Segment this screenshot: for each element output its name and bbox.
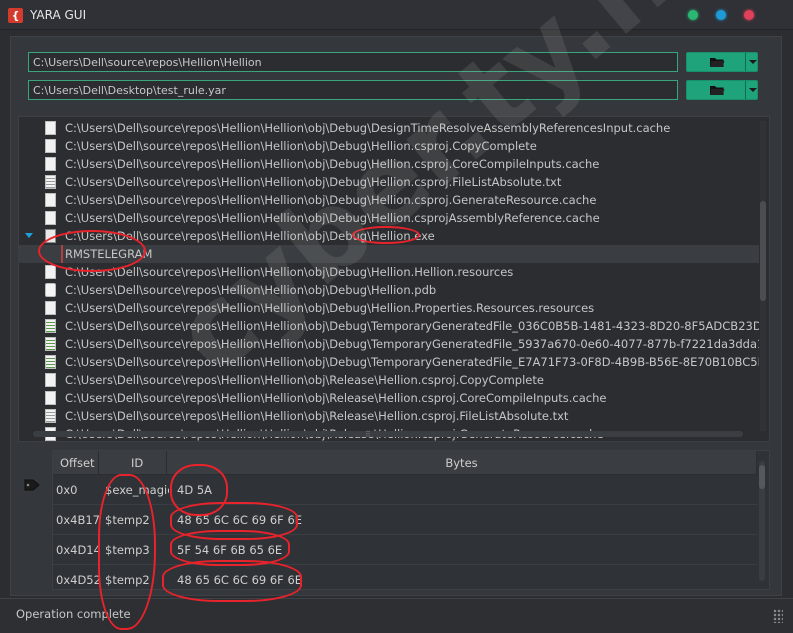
tree-file-item[interactable]: C:\Users\Dell\source\repos\Hellion\Helli… <box>19 317 759 335</box>
file-icon <box>45 139 56 153</box>
scrollbar-thumb[interactable] <box>760 201 766 301</box>
button-separator <box>745 53 746 71</box>
button-separator <box>745 81 746 99</box>
browse-target-button[interactable] <box>686 52 758 72</box>
tree-vertical-scrollbar[interactable] <box>760 121 766 431</box>
folder-open-icon <box>710 58 725 67</box>
file-path-label: C:\Users\Dell\source\repos\Hellion\Helli… <box>65 265 514 279</box>
tree-horizontal-scrollbar[interactable]: ⠿ <box>33 430 743 439</box>
file-icon <box>45 211 56 225</box>
file-icon <box>45 121 56 135</box>
table-row[interactable]: 0x4D14 $temp3 5F 54 6F 6B 65 6E <box>53 535 757 565</box>
tree-file-item[interactable]: C:\Users\Dell\source\repos\Hellion\Helli… <box>19 137 759 155</box>
id-cell: $temp3 <box>105 543 150 557</box>
file-icon <box>45 391 56 405</box>
file-icon <box>45 265 56 279</box>
tree-file-item[interactable]: C:\Users\Dell\source\repos\Hellion\Helli… <box>19 209 759 227</box>
browse-rule-button[interactable] <box>686 80 758 100</box>
file-path-label: C:\Users\Dell\source\repos\Hellion\Helli… <box>65 193 597 207</box>
tree-file-item[interactable]: C:\Users\Dell\source\repos\Hellion\Helli… <box>19 155 759 173</box>
tree-expand-icon[interactable] <box>25 233 33 238</box>
id-cell: $temp2 <box>105 513 150 527</box>
file-icon <box>45 283 56 297</box>
chevron-down-icon[interactable] <box>749 88 757 92</box>
rule-path-input[interactable] <box>28 80 678 100</box>
offset-cell: 0x4B17 <box>56 513 100 527</box>
file-icon <box>45 175 56 189</box>
file-path-label: C:\Users\Dell\source\repos\Hellion\Helli… <box>65 283 437 297</box>
file-path-label: C:\Users\Dell\source\repos\Hellion\Helli… <box>65 337 759 351</box>
maximize-button[interactable] <box>716 10 726 20</box>
file-path-label: C:\Users\Dell\source\repos\Hellion\Helli… <box>65 157 600 171</box>
bytes-cell: 48 65 6C 6C 69 6F 6E <box>177 573 303 587</box>
file-icon <box>45 229 56 243</box>
file-path-label: C:\Users\Dell\source\repos\Hellion\Helli… <box>65 211 600 225</box>
file-icon <box>45 319 56 333</box>
results-vertical-scrollbar[interactable] <box>759 461 765 581</box>
table-row[interactable]: 0x4B17 $temp2 48 65 6C 6C 69 6F 6E <box>53 505 757 535</box>
scrollbar-thumb[interactable] <box>759 465 765 489</box>
file-path-label: C:\Users\Dell\source\repos\Hellion\Helli… <box>65 391 607 405</box>
file-path-label: C:\Users\Dell\source\repos\Hellion\Helli… <box>65 355 759 369</box>
match-results-table[interactable]: Offset ID Bytes 0x0 $exe_magic 4D 5A 0x4B17… <box>52 450 770 590</box>
id-cell: $exe_magic <box>105 483 169 497</box>
file-icon <box>45 301 56 315</box>
close-button[interactable] <box>744 10 754 20</box>
tree-file-item[interactable]: C:\Users\Dell\source\repos\Hellion\Helli… <box>19 281 759 299</box>
status-text: Operation complete <box>16 607 131 621</box>
id-cell: $temp2 <box>105 573 150 587</box>
file-path-label: C:\Users\Dell\source\repos\Hellion\Helli… <box>65 373 544 387</box>
column-header-bytes[interactable]: Bytes <box>167 451 757 475</box>
column-header-offset[interactable]: Offset <box>53 451 99 475</box>
file-icon <box>45 193 56 207</box>
file-path-label: C:\Users\Dell\source\repos\Hellion\Helli… <box>65 121 671 135</box>
minimize-button[interactable] <box>688 10 698 20</box>
tree-file-item[interactable]: C:\Users\Dell\source\repos\Hellion\Helli… <box>19 227 759 245</box>
file-icon <box>45 355 56 369</box>
file-path-label: C:\Users\Dell\source\repos\Hellion\Helli… <box>65 409 569 423</box>
tree-file-item[interactable]: C:\Users\Dell\source\repos\Hellion\Helli… <box>19 119 759 137</box>
tree-file-item[interactable]: C:\Users\Dell\source\repos\Hellion\Helli… <box>19 335 759 353</box>
file-icon <box>45 409 56 423</box>
offset-cell: 0x4D14 <box>56 543 100 557</box>
offset-cell: 0x0 <box>56 483 78 497</box>
app-icon: { <box>8 8 23 23</box>
file-icon <box>45 157 56 171</box>
tree-file-item[interactable]: C:\Users\Dell\source\repos\Hellion\Helli… <box>19 173 759 191</box>
file-icon <box>45 337 56 351</box>
tree-file-item[interactable]: C:\Users\Dell\source\repos\Hellion\Helli… <box>19 371 759 389</box>
file-path-label: C:\Users\Dell\source\repos\Hellion\Helli… <box>65 139 537 153</box>
bytes-cell: 4D 5A <box>177 483 213 497</box>
scan-results-tree[interactable]: C:\Users\Dell\source\repos\Hellion\Helli… <box>18 116 770 442</box>
folder-open-icon <box>710 86 725 95</box>
tree-file-item[interactable]: C:\Users\Dell\source\repos\Hellion\Helli… <box>19 407 759 425</box>
file-path-label: C:\Users\Dell\source\repos\Hellion\Helli… <box>65 301 595 315</box>
tree-file-item[interactable]: C:\Users\Dell\source\repos\Hellion\Helli… <box>19 191 759 209</box>
target-path-input[interactable] <box>28 52 678 72</box>
tree-file-item[interactable]: C:\Users\Dell\source\repos\Hellion\Helli… <box>19 299 759 317</box>
bytes-cell: 48 65 6C 6C 69 6F 6E <box>177 513 303 527</box>
file-path-label: C:\Users\Dell\source\repos\Hellion\Helli… <box>65 319 759 333</box>
table-row[interactable]: 0x4D52 $temp2 48 65 6C 6C 69 6F 6E <box>53 565 757 589</box>
tree-file-item[interactable]: C:\Users\Dell\source\repos\Hellion\Helli… <box>19 263 759 281</box>
tree-file-item[interactable]: C:\Users\Dell\source\repos\Hellion\Helli… <box>19 389 759 407</box>
column-header-id[interactable]: ID <box>99 451 167 475</box>
table-row[interactable]: 0x0 $exe_magic 4D 5A <box>53 475 757 505</box>
tree-match-item[interactable]: RMSTELEGRAM <box>19 245 759 263</box>
rule-name-label: RMSTELEGRAM <box>61 245 152 263</box>
file-path-label: C:\Users\Dell\source\repos\Hellion\Helli… <box>65 229 435 243</box>
resize-grip-icon[interactable] <box>773 609 783 623</box>
tree-file-item[interactable]: C:\Users\Dell\source\repos\Hellion\Helli… <box>19 353 759 371</box>
file-icon <box>45 373 56 387</box>
bytes-cell: 5F 54 6F 6B 65 6E <box>177 543 283 557</box>
title-bar: { YARA GUI <box>0 0 793 30</box>
offset-cell: 0x4D52 <box>56 573 100 587</box>
scrollbar-grip-icon[interactable]: ⠿ <box>365 430 371 439</box>
file-path-label: C:\Users\Dell\source\repos\Hellion\Helli… <box>65 175 562 189</box>
window-title: YARA GUI <box>30 8 87 22</box>
status-bar: Operation complete <box>0 598 793 633</box>
chevron-down-icon[interactable] <box>749 60 757 64</box>
tag-icon <box>24 479 40 491</box>
